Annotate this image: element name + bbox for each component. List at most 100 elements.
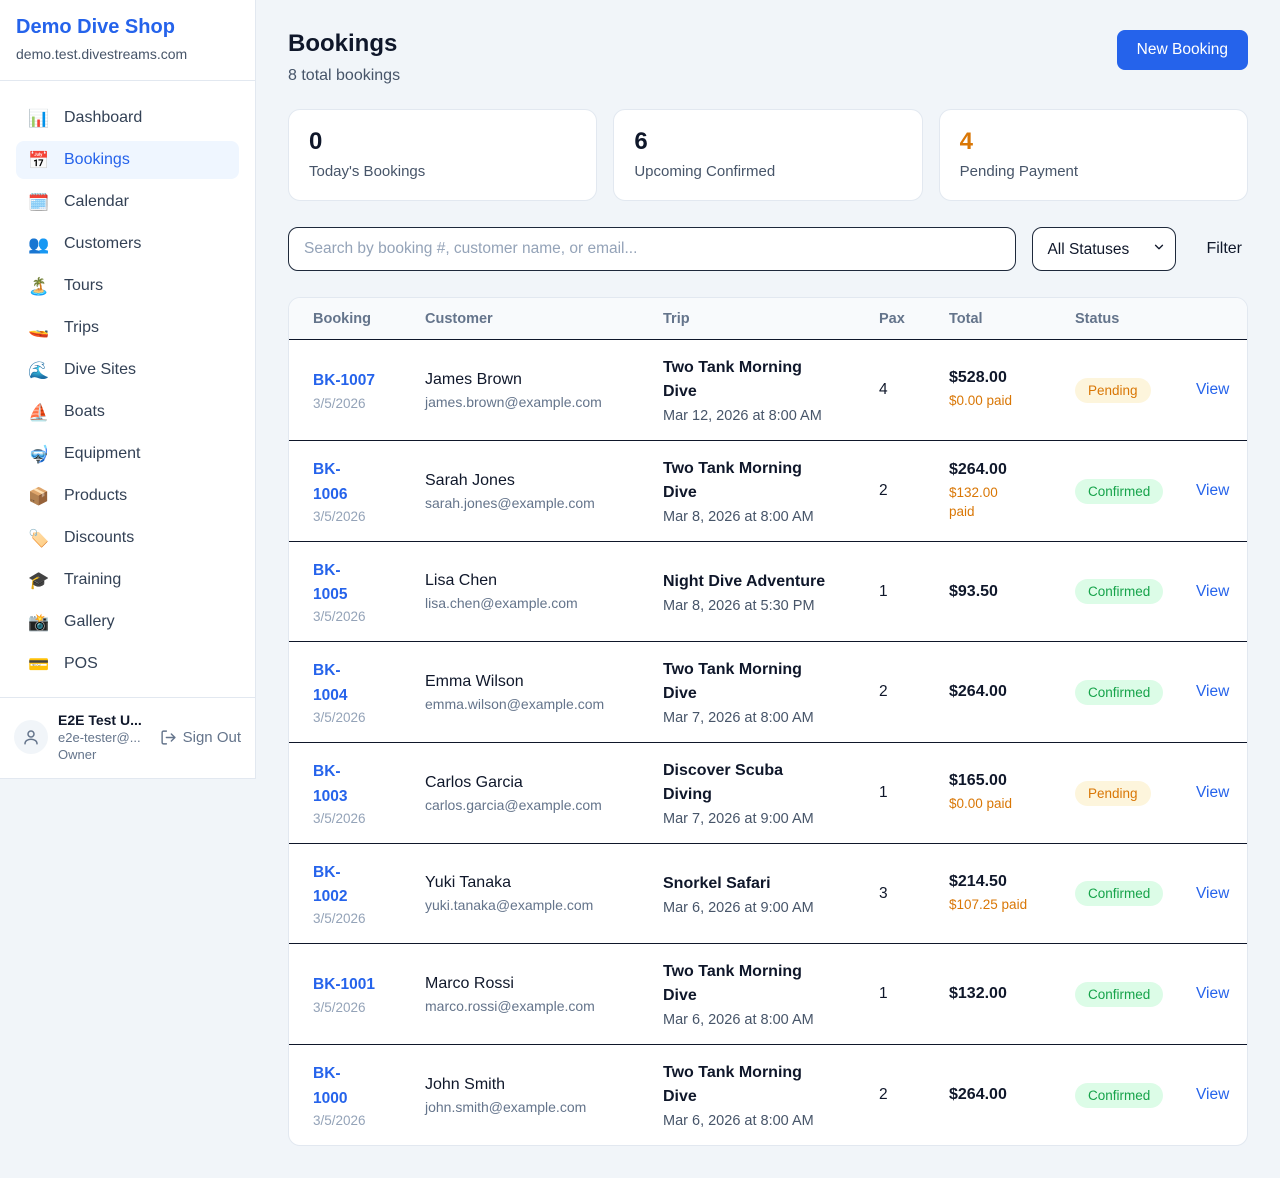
pax-cell: 2 bbox=[879, 482, 949, 500]
sidebar-nav-item[interactable]: 📅 Bookings bbox=[16, 141, 239, 179]
sidebar-nav-item[interactable]: 👥 Customers bbox=[16, 225, 239, 263]
view-link[interactable]: View bbox=[1196, 482, 1229, 499]
sidebar-nav-item[interactable]: 📸 Gallery bbox=[16, 603, 239, 641]
sign-out-button[interactable]: Sign Out bbox=[160, 729, 241, 746]
status-cell: Confirmed bbox=[1075, 479, 1196, 504]
toolbar: All Statuses Filter bbox=[288, 227, 1248, 271]
customer-cell: Yuki Tanaka yuki.tanaka@example.com bbox=[425, 874, 663, 913]
view-link[interactable]: View bbox=[1196, 381, 1229, 398]
status-cell: Confirmed bbox=[1075, 680, 1196, 705]
stat-card: 4 Pending Payment bbox=[939, 109, 1248, 201]
nav-item-label: Calendar bbox=[64, 193, 129, 211]
table-row: BK-1001 3/5/2026 Marco Rossi marco.rossi… bbox=[289, 943, 1247, 1044]
customer-name: Emma Wilson bbox=[425, 673, 653, 691]
sidebar-nav-item[interactable]: 🗓️ Calendar bbox=[16, 183, 239, 221]
view-link[interactable]: View bbox=[1196, 985, 1229, 1002]
stats-row: 0 Today's Bookings 6 Upcoming Confirmed … bbox=[288, 109, 1248, 201]
booking-id-link[interactable]: BK- 1006 bbox=[313, 458, 415, 506]
sidebar-nav-item[interactable]: 📦 Products bbox=[16, 477, 239, 515]
sidebar-nav-item[interactable]: 🚤 Trips bbox=[16, 309, 239, 347]
table-row: BK- 1005 3/5/2026 Lisa Chen lisa.chen@ex… bbox=[289, 541, 1247, 641]
status-badge: Confirmed bbox=[1075, 680, 1163, 705]
trip-cell: Snorkel Safari Mar 6, 2026 at 9:00 AM bbox=[663, 872, 879, 916]
status-select-wrap: All Statuses bbox=[1032, 227, 1176, 271]
booking-id-link[interactable]: BK- 1005 bbox=[313, 559, 415, 607]
booking-id-link[interactable]: BK- 1000 bbox=[313, 1062, 415, 1110]
main-content: Bookings 8 total bookings New Booking 0 … bbox=[256, 0, 1280, 1178]
view-link[interactable]: View bbox=[1196, 1086, 1229, 1103]
actions-cell: View bbox=[1196, 784, 1223, 802]
status-badge: Confirmed bbox=[1075, 1083, 1163, 1108]
customer-email: emma.wilson@example.com bbox=[425, 696, 653, 712]
pax-cell: 1 bbox=[879, 985, 949, 1003]
brand-header: Demo Dive Shop demo.test.divestreams.com bbox=[0, 0, 255, 81]
trip-name: Two Tank Morning Dive bbox=[663, 1061, 869, 1109]
view-link[interactable]: View bbox=[1196, 683, 1229, 700]
user-name: E2E Test U... bbox=[58, 712, 150, 728]
trip-name: Night Dive Adventure bbox=[663, 570, 869, 594]
booking-id-link[interactable]: BK- 1003 bbox=[313, 760, 415, 808]
trip-datetime: Mar 12, 2026 at 8:00 AM bbox=[663, 408, 869, 424]
nav-item-label: Discounts bbox=[64, 529, 134, 547]
sidebar-nav-item[interactable]: 🎓 Training bbox=[16, 561, 239, 599]
booking-id-link[interactable]: BK- 1002 bbox=[313, 861, 415, 909]
total-amount: $132.00 bbox=[949, 985, 1065, 1003]
view-link[interactable]: View bbox=[1196, 885, 1229, 902]
status-cell: Confirmed bbox=[1075, 881, 1196, 906]
sidebar-nav-item[interactable]: 🏝️ Tours bbox=[16, 267, 239, 305]
total-cell: $93.50 bbox=[949, 583, 1075, 601]
page-header-text: Bookings 8 total bookings bbox=[288, 30, 400, 85]
customer-email: john.smith@example.com bbox=[425, 1099, 653, 1115]
sidebar-nav-item[interactable]: 📊 Dashboard bbox=[16, 99, 239, 137]
stat-value: 4 bbox=[960, 128, 1227, 156]
customer-name: Carlos Garcia bbox=[425, 774, 653, 792]
sidebar-nav-item[interactable]: ⛵ Boats bbox=[16, 393, 239, 431]
app-root: Demo Dive Shop demo.test.divestreams.com… bbox=[0, 0, 1280, 1178]
trip-name: Two Tank Morning Dive bbox=[663, 356, 869, 404]
customer-name: Sarah Jones bbox=[425, 472, 653, 490]
table-row: BK-1007 3/5/2026 James Brown james.brown… bbox=[289, 340, 1247, 440]
total-cell: $214.50 $107.25 paid bbox=[949, 873, 1075, 915]
new-booking-button[interactable]: New Booking bbox=[1117, 30, 1248, 70]
booking-cell: BK-1001 3/5/2026 bbox=[313, 973, 425, 1014]
sidebar-nav-item[interactable]: 💳 POS bbox=[16, 645, 239, 683]
booking-id-link[interactable]: BK-1007 bbox=[313, 369, 415, 393]
nav-item-label: Trips bbox=[64, 319, 99, 337]
sidebar-nav-item[interactable]: 🏷️ Discounts bbox=[16, 519, 239, 557]
actions-cell: View bbox=[1196, 482, 1223, 500]
customer-email: lisa.chen@example.com bbox=[425, 595, 653, 611]
trip-datetime: Mar 7, 2026 at 9:00 AM bbox=[663, 811, 869, 827]
nav-item-label: Dive Sites bbox=[64, 361, 136, 379]
booking-id-link[interactable]: BK- 1004 bbox=[313, 659, 415, 707]
nav-item-label: Boats bbox=[64, 403, 105, 421]
trip-name: Two Tank Morning Dive bbox=[663, 658, 869, 706]
booking-date: 3/5/2026 bbox=[313, 509, 415, 524]
view-link[interactable]: View bbox=[1196, 583, 1229, 600]
total-cell: $132.00 bbox=[949, 985, 1075, 1003]
search-input[interactable] bbox=[288, 227, 1016, 271]
actions-cell: View bbox=[1196, 683, 1223, 701]
customer-cell: John Smith john.smith@example.com bbox=[425, 1076, 663, 1115]
trip-datetime: Mar 8, 2026 at 5:30 PM bbox=[663, 598, 869, 614]
customer-name: John Smith bbox=[425, 1076, 653, 1094]
booking-id-link[interactable]: BK-1001 bbox=[313, 973, 415, 997]
customer-cell: Emma Wilson emma.wilson@example.com bbox=[425, 673, 663, 712]
sidebar-nav-item[interactable]: 🌊 Dive Sites bbox=[16, 351, 239, 389]
column-header-booking: Booking bbox=[313, 311, 425, 327]
trip-name: Snorkel Safari bbox=[663, 872, 869, 896]
total-amount: $264.00 bbox=[949, 461, 1065, 479]
paid-amount: $132.00 paid bbox=[949, 484, 1065, 522]
stat-card: 0 Today's Bookings bbox=[288, 109, 597, 201]
trip-name: Two Tank Morning Dive bbox=[663, 960, 869, 1008]
actions-cell: View bbox=[1196, 985, 1223, 1003]
filter-button[interactable]: Filter bbox=[1206, 240, 1242, 258]
view-link[interactable]: View bbox=[1196, 784, 1229, 801]
nav-item-icon: 🏷️ bbox=[28, 530, 50, 547]
nav-item-icon: 🗓️ bbox=[28, 194, 50, 211]
sidebar-nav-item[interactable]: 🤿 Equipment bbox=[16, 435, 239, 473]
booking-date: 3/5/2026 bbox=[313, 911, 415, 926]
bookings-table: Booking Customer Trip Pax Total Status B… bbox=[288, 297, 1248, 1146]
nav-item-icon: 💳 bbox=[28, 656, 50, 673]
pax-cell: 2 bbox=[879, 1086, 949, 1104]
status-filter-select[interactable]: All Statuses bbox=[1032, 227, 1176, 271]
